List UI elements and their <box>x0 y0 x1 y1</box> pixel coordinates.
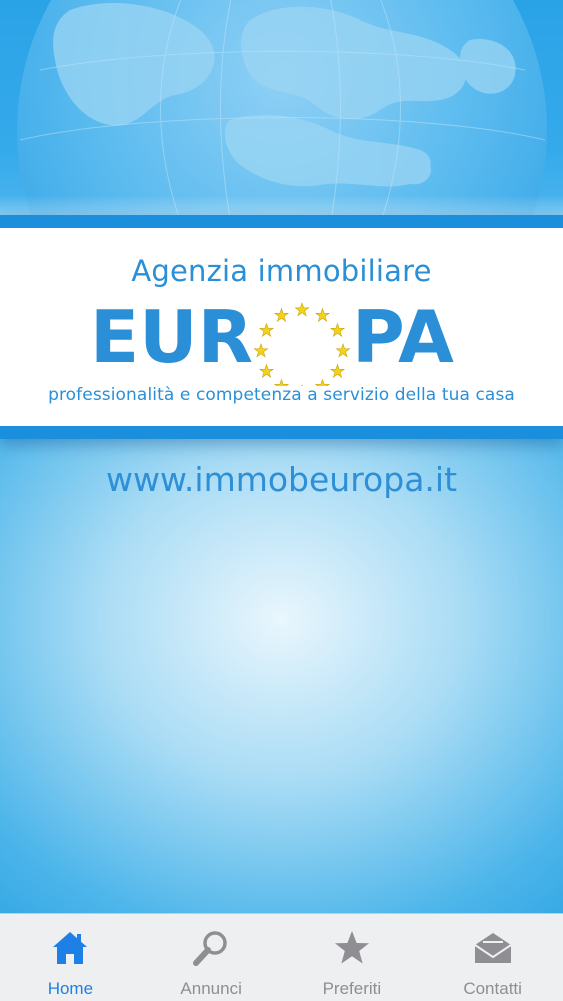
star-icon <box>329 322 346 337</box>
logo-text-end: PA <box>352 296 454 379</box>
tab-annunci[interactable]: Annunci <box>141 914 282 1001</box>
website-link[interactable]: www.immobeuropa.it <box>0 460 563 499</box>
envelope-icon <box>474 933 512 963</box>
star-icon <box>253 343 269 358</box>
star-icon <box>329 363 346 378</box>
logo-text-start: EUR <box>90 296 253 379</box>
tab-home[interactable]: Home <box>0 914 141 1001</box>
globe-shelf-highlight <box>0 195 563 215</box>
star-icon <box>273 307 290 322</box>
tab-annunci-label: Annunci <box>180 979 242 998</box>
star-icon <box>258 322 275 337</box>
eu-stars-ring <box>253 302 351 386</box>
star-icon <box>294 302 310 317</box>
house-icon <box>53 932 88 964</box>
star-icon <box>314 307 331 322</box>
tab-preferiti[interactable]: Preferiti <box>282 914 423 1001</box>
logo-banner-panel: Agenzia immobiliare EUR PA professionali… <box>0 228 563 426</box>
logo-banner: Agenzia immobiliare EUR PA professionali… <box>0 215 563 439</box>
star-icon <box>334 931 369 964</box>
magnifier-icon <box>193 931 227 966</box>
europa-logo: EUR PA <box>90 296 454 386</box>
star-icon <box>335 343 351 358</box>
agency-subtitle: Agenzia immobiliare <box>131 254 432 288</box>
tab-bar: Home Annunci Preferiti Contatti <box>0 913 563 1001</box>
star-icon <box>258 363 275 378</box>
tab-home-label: Home <box>47 979 94 998</box>
tab-contatti-label: Contatti <box>463 979 522 998</box>
agency-slogan: professionalità e competenza a servizio … <box>48 385 515 405</box>
tab-preferiti-label: Preferiti <box>322 979 382 998</box>
globe-background <box>0 0 563 215</box>
tab-contatti[interactable]: Contatti <box>422 914 563 1001</box>
